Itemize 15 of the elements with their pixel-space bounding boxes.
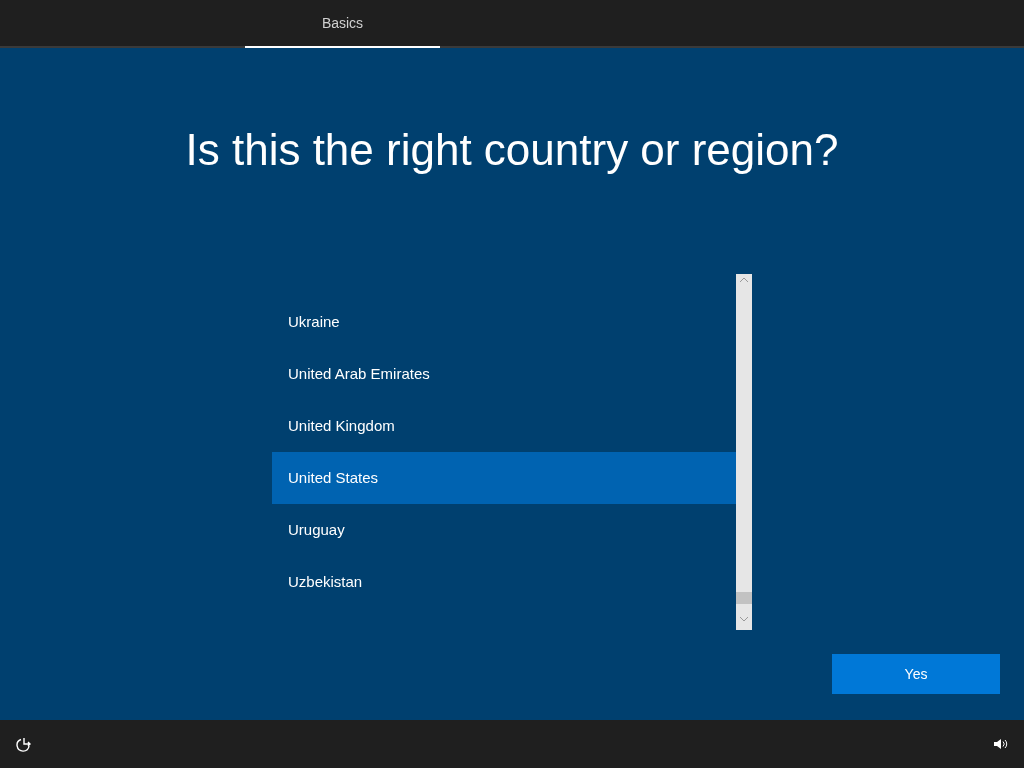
country-item[interactable]: Uzbekistan	[272, 556, 736, 608]
accessibility-icon[interactable]	[16, 736, 32, 752]
country-item[interactable]: Ukraine	[272, 296, 736, 348]
speaker-icon[interactable]	[992, 736, 1008, 752]
country-item[interactable]: Uruguay	[272, 504, 736, 556]
scroll-thumb[interactable]	[736, 592, 752, 604]
yes-button[interactable]: Yes	[832, 654, 1000, 694]
scroll-down-icon[interactable]	[739, 616, 749, 622]
scrollbar[interactable]	[736, 274, 752, 630]
country-item[interactable]: United Arab Emirates	[272, 348, 736, 400]
country-item[interactable]: United States	[272, 452, 736, 504]
country-item[interactable]: United Kingdom	[272, 400, 736, 452]
step-tab[interactable]: Basics	[245, 0, 440, 48]
page-heading: Is this the right country or region?	[184, 124, 840, 176]
scroll-up-icon[interactable]	[739, 277, 749, 283]
